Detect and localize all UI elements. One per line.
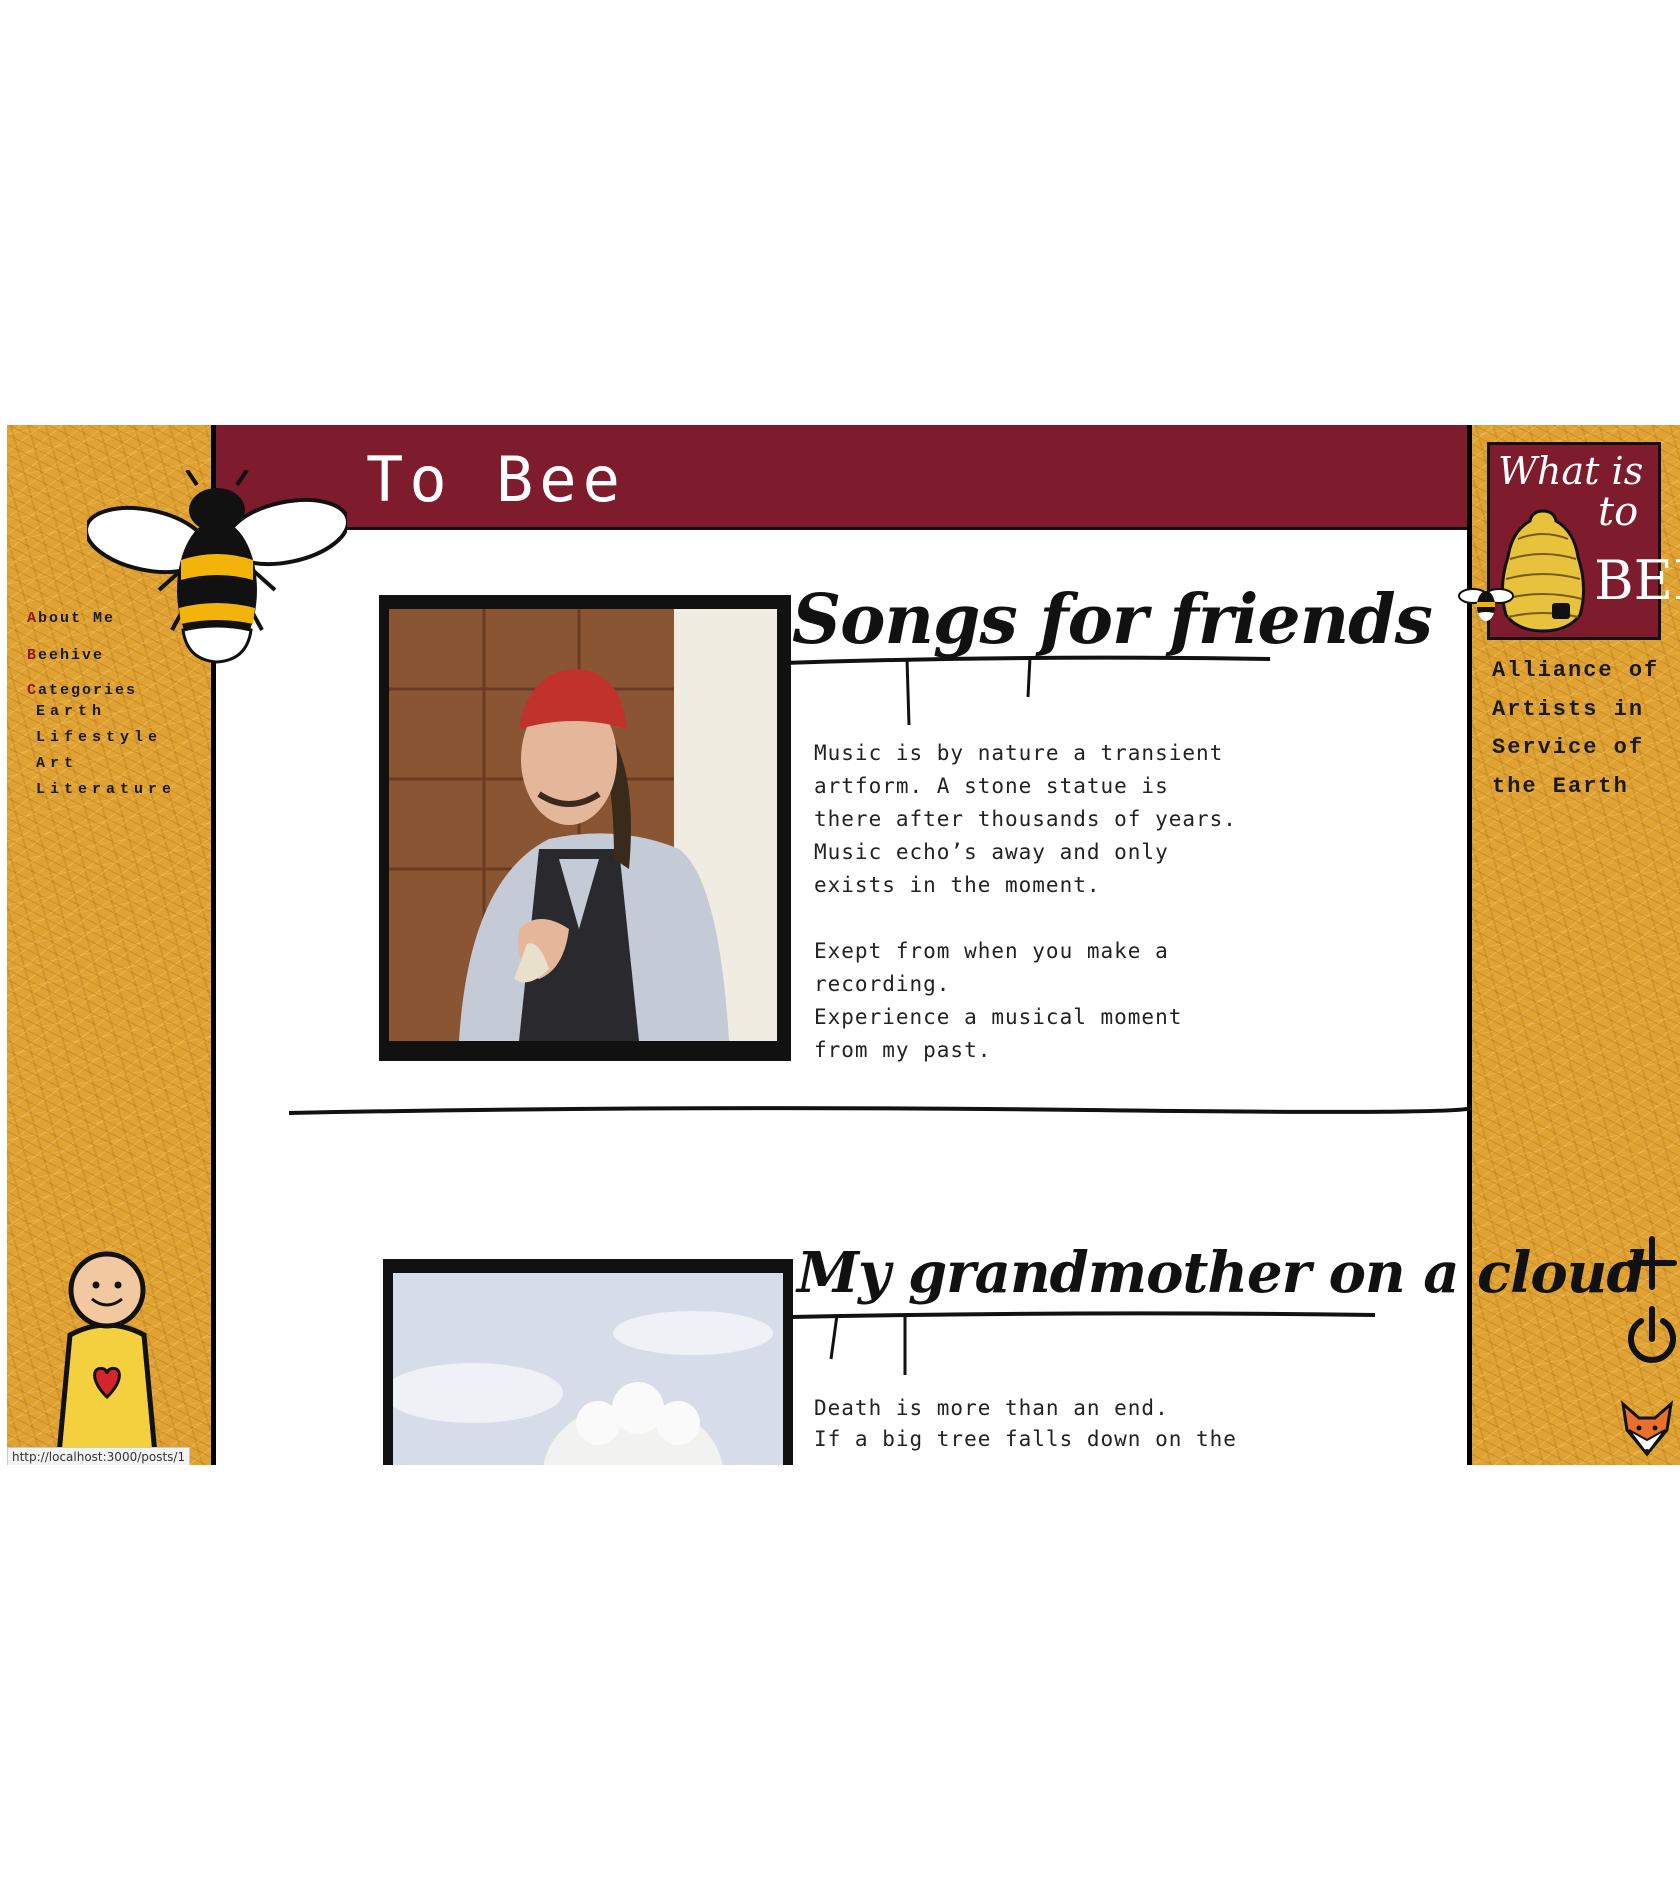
site-tagline: Alliance of Artists in Service of the Ea…	[1492, 652, 1659, 806]
bee-icon[interactable]	[84, 468, 350, 674]
logo-line-1: What is	[1498, 449, 1644, 493]
fox-icon[interactable]	[1617, 1400, 1677, 1462]
tagline-line: Artists in	[1492, 696, 1645, 722]
logo-line-3: BEE	[1594, 549, 1680, 612]
post-title[interactable]: Songs for friends	[792, 580, 1433, 660]
person-heart-icon	[52, 1235, 162, 1465]
nav-category-earth[interactable]: Earth	[36, 699, 176, 725]
page-frame: About Me Beehive Categories Earth Lifest…	[7, 425, 1680, 1465]
nav-label: ategories	[38, 682, 138, 699]
site-header: To Bee	[216, 425, 1467, 530]
post-title-underline	[790, 1311, 1376, 1375]
tagline-line: Service of	[1492, 735, 1645, 760]
post-divider	[288, 1105, 1472, 1115]
power-icon[interactable]	[1627, 1305, 1677, 1371]
nav-category-lifestyle[interactable]: Lifestyle	[36, 725, 176, 751]
post-excerpt: Death is more than an end. If a big tree…	[814, 1396, 1237, 1451]
post-photo[interactable]	[379, 595, 791, 1061]
post-photo[interactable]	[383, 1259, 793, 1465]
status-bar-url: http://localhost:3000/posts/1	[7, 1447, 191, 1465]
small-bee-icon	[1455, 580, 1515, 628]
tagline-line: Alliance of	[1492, 658, 1660, 683]
nav-categories-heading: Categories	[27, 682, 176, 699]
tagline-line: the Earth	[1492, 773, 1629, 799]
post-excerpt: Music is by nature a transient artform. …	[814, 741, 1237, 1062]
nav-initial: A	[27, 610, 39, 627]
site-title[interactable]: To Bee	[366, 443, 626, 516]
nav-initial: C	[27, 682, 39, 699]
nav-category-art[interactable]: Art	[36, 751, 176, 777]
nav-initial: B	[27, 647, 39, 664]
logo-line-2: to	[1598, 489, 1639, 535]
nav-category-literature[interactable]: Literature	[36, 777, 176, 803]
post-title[interactable]: My grandmother on a cloud	[797, 1240, 1646, 1306]
post-title-underline	[783, 655, 1271, 726]
